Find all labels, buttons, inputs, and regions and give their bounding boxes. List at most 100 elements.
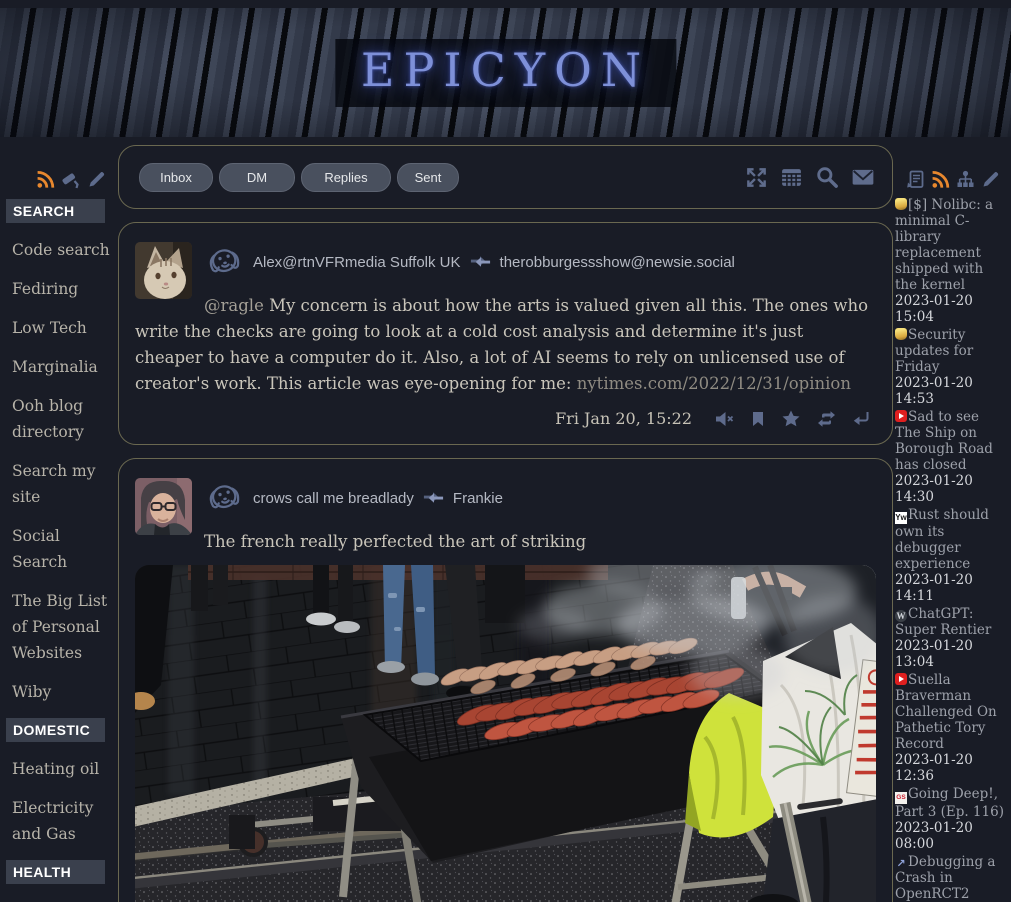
left-column-icons — [5, 167, 112, 191]
newswire-column: [$] Nolibc: a minimal C-library replacem… — [893, 145, 1011, 902]
mention-link[interactable]: @ragle — [204, 296, 264, 315]
timeline-column: Inbox DM Replies Sent — [118, 145, 893, 902]
tab-replies[interactable]: Replies — [301, 163, 391, 192]
rss-feed-icon[interactable] — [931, 170, 950, 189]
sidebar-link-electricity-gas[interactable]: Electricity and Gas — [5, 795, 112, 847]
newswire-item-date: 2023-01-20 08:00 — [895, 820, 1006, 852]
post-image[interactable] — [135, 565, 876, 902]
newswire-item[interactable]: [$] Nolibc: a minimal C-library replacem… — [895, 197, 1006, 325]
newswire-item-date: 2023-01-20 14:11 — [895, 572, 1006, 604]
calendar-icon[interactable] — [780, 166, 803, 189]
newswire-item-title[interactable]: Debugging a Crash in OpenRCT2 — [895, 854, 995, 902]
newswire-item-date: 2023-01-20 15:04 — [895, 293, 1006, 325]
rss-feed-icon[interactable] — [36, 170, 55, 189]
newswire-item[interactable]: Security updates for Friday2023-01-20 14… — [895, 327, 1006, 407]
yw-favicon-icon — [895, 512, 907, 524]
arrow-favicon-icon — [895, 858, 907, 870]
newswire-item-title[interactable]: Suella Braverman Challenged On Pathetic … — [895, 672, 997, 752]
youtube-favicon-icon — [895, 673, 907, 685]
main-columns: SEARCH Code search Fediring Low Tech Mar… — [0, 137, 1011, 902]
left-section-health: HEALTH Coronavirus statistics — [5, 860, 112, 902]
bookmark-icon[interactable] — [751, 411, 765, 427]
reply-icon[interactable] — [853, 411, 870, 426]
post: crows call me breadlady Frankie The fren… — [118, 458, 893, 902]
newswire-item[interactable]: Rust should own its debugger experience2… — [895, 507, 1006, 604]
expand-icon[interactable] — [745, 166, 768, 189]
dog-logo-icon[interactable] — [204, 245, 245, 280]
post-author-handle[interactable]: Alex@rtnVFRmedia Suffolk UK — [253, 254, 461, 271]
post-announced-handle[interactable]: therobburgessshow@newsie.social — [500, 254, 735, 271]
gs-favicon-icon — [895, 792, 907, 804]
sidebar-link-big-list[interactable]: The Big List of Personal Websites — [5, 588, 112, 666]
sidebar-link-heating-oil[interactable]: Heating oil — [5, 756, 112, 782]
left-section-domestic: DOMESTIC Heating oil Electricity and Gas — [5, 718, 112, 847]
mute-icon[interactable] — [715, 411, 734, 427]
tab-dm[interactable]: DM — [219, 163, 295, 192]
sites-hierarchy-icon[interactable] — [956, 170, 975, 189]
repeat-icon[interactable] — [817, 411, 836, 427]
post-content: The french really perfected the art of s… — [135, 529, 876, 555]
sidebar-link-wiby[interactable]: Wiby — [5, 679, 112, 705]
newswire-item-date: 2023-01-20 13:04 — [895, 638, 1006, 670]
post-body-text: The french really perfected the art of s… — [204, 532, 586, 551]
site-title: EPICYON — [335, 39, 676, 107]
sidebar-link-ooh-blog-directory[interactable]: Ooh blog directory — [5, 393, 112, 445]
post: Alex@rtnVFRmedia Suffolk UK therobburges… — [118, 222, 893, 445]
avatar[interactable] — [135, 478, 192, 535]
newswire-item-date: 2023-01-20 14:30 — [895, 473, 1006, 505]
youtube-favicon-icon — [895, 410, 907, 422]
star-icon[interactable] — [782, 410, 800, 427]
newswire-item-date: 2023-01-20 12:36 — [895, 752, 1006, 784]
post-author-handle[interactable]: crows call me breadlady — [253, 490, 414, 507]
edit-about-icon[interactable] — [87, 170, 106, 189]
search-icon[interactable] — [815, 165, 839, 189]
timeline-header: Inbox DM Replies Sent — [118, 145, 893, 209]
sidebar-link-search-my-site[interactable]: Search my site — [5, 458, 112, 510]
post-header: Alex@rtnVFRmedia Suffolk UK therobburges… — [204, 239, 876, 285]
left-section-search: SEARCH Code search Fediring Low Tech Mar… — [5, 199, 112, 705]
post-header: crows call me breadlady Frankie — [204, 475, 876, 521]
tab-sent[interactable]: Sent — [397, 163, 459, 192]
sidebar-link-coronavirus-statistics[interactable]: Coronavirus statistics — [5, 898, 112, 902]
repeat-announce-icon — [469, 254, 492, 270]
wordpress-favicon-icon — [895, 610, 907, 622]
external-link[interactable]: nytimes.com/2022/12/31/opinion — [577, 374, 851, 393]
newswire-item-title[interactable]: [$] Nolibc: a minimal C-library replacem… — [895, 197, 993, 293]
left-column: SEARCH Code search Fediring Low Tech Mar… — [0, 145, 118, 902]
sidebar-link-fediring[interactable]: Fediring — [5, 276, 112, 302]
tab-inbox[interactable]: Inbox — [139, 163, 213, 192]
newswire-item-title[interactable]: Sad to see The Ship on Borough Road has … — [895, 409, 993, 473]
newswire-item[interactable]: ChatGPT: Super Rentier2023-01-20 13:04 — [895, 606, 1006, 670]
epicyon-app: EPICYON SEARCH Code search Fediring Low … — [0, 8, 1011, 902]
lwn-favicon-icon — [895, 198, 907, 210]
post-timestamp[interactable]: Fri Jan 20, 15:22 — [555, 409, 692, 428]
lwn-favicon-icon — [895, 328, 907, 340]
newswire-icons — [895, 167, 1006, 191]
post-announced-handle[interactable]: Frankie — [453, 490, 503, 507]
edit-links-icon[interactable] — [61, 170, 81, 189]
repeat-announce-icon — [422, 490, 445, 506]
newswire-item[interactable]: Suella Braverman Challenged On Pathetic … — [895, 672, 1006, 784]
sidebar-link-social-search[interactable]: Social Search — [5, 523, 112, 575]
edit-newswire-icon[interactable] — [981, 170, 1000, 189]
mail-icon[interactable] — [851, 166, 875, 188]
newswire-item[interactable]: Going Deep!, Part 3 (Ep. 116)2023-01-20 … — [895, 786, 1006, 852]
newswire-item-title[interactable]: ChatGPT: Super Rentier — [895, 606, 991, 638]
newswire-item-date: 2023-01-20 14:53 — [895, 375, 1006, 407]
sidebar-link-low-tech[interactable]: Low Tech — [5, 315, 112, 341]
newswire-item[interactable]: Debugging a Crash in OpenRCT22023-01-20 … — [895, 854, 1006, 902]
banner[interactable]: EPICYON — [0, 8, 1011, 137]
newswire-item-title[interactable]: Going Deep!, Part 3 (Ep. 116) — [895, 786, 1004, 820]
sidebar-link-code-search[interactable]: Code search — [5, 237, 112, 263]
newswire-item[interactable]: Sad to see The Ship on Borough Road has … — [895, 409, 1006, 505]
post-footer: Fri Jan 20, 15:22 — [135, 401, 876, 434]
avatar[interactable] — [135, 242, 192, 299]
sidebar-link-marginalia[interactable]: Marginalia — [5, 354, 112, 380]
dog-logo-icon[interactable] — [204, 481, 245, 516]
timeline-actions — [745, 165, 875, 189]
section-header: HEALTH — [6, 860, 105, 884]
section-header: DOMESTIC — [6, 718, 105, 742]
newswire-item-title[interactable]: Rust should own its debugger experience — [895, 507, 989, 572]
newswire-icon[interactable] — [906, 170, 925, 189]
section-header: SEARCH — [6, 199, 105, 223]
